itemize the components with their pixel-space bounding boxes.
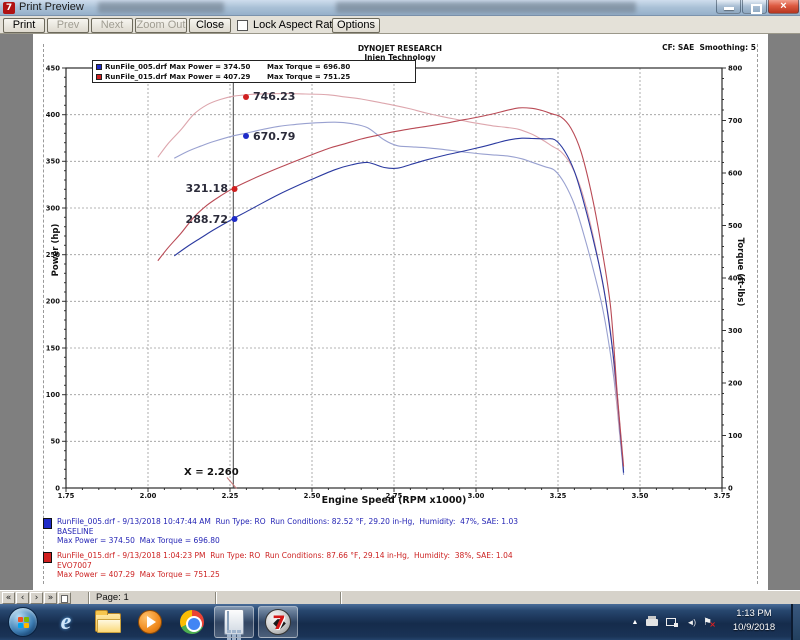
svg-text:800: 800 [728,64,742,72]
svg-text:350: 350 [46,158,60,166]
taskbar-calculator[interactable] [214,606,254,640]
statusbar-divider [340,592,342,604]
cursor-value-746.23: 746.23 [243,90,295,103]
svg-text:100: 100 [46,391,60,399]
minimize-button[interactable] [716,0,741,14]
cursor-x-label: X = 2.260 [184,467,239,478]
taskbar-dynojet-winpep[interactable]: 7 [258,606,298,638]
close-button[interactable]: Close [189,18,231,33]
statusbar-divider [88,592,90,604]
dyno-chart: 1.75 2.00 2.25 2.50 2.75 3.00 3.25 3.50 3.754504… [46,64,743,500]
system-tray: ▲ ◄) ⚑ × [632,604,716,640]
svg-text:0: 0 [55,484,60,492]
svg-text:2.00: 2.00 [140,492,157,500]
cursor-value-670.79: 670.79 [243,130,295,143]
x-axis-title: Engine Speed (RPM x1000) [321,495,467,506]
app-icon: 7 [3,2,15,14]
taskbar: e 7 ▲ ◄) ⚑ × 1:13 PM 10/9/2018 [0,604,800,640]
print-button[interactable]: Print [3,18,45,33]
prev-page-button[interactable]: ‹ [16,592,29,604]
chart-legend: RunFile_005.drf Max Power = 374.50 Max T… [92,60,416,83]
svg-text:200: 200 [728,379,742,387]
screen: 7 Print Preview × Print Prev Next Zoom O… [0,0,800,640]
start-button[interactable] [8,607,38,637]
svg-text:3.50: 3.50 [632,492,649,500]
power-axis-title: Power (hp) [51,223,61,277]
next-button[interactable]: Next [91,18,133,33]
calculator-icon [224,609,244,640]
clock-date: 10/9/2018 [732,622,776,633]
windows-logo-icon [18,617,29,628]
dynojet-icon: 7 [265,609,291,635]
options-button[interactable]: Options [332,18,380,33]
restore-button[interactable] [742,0,767,14]
legend-row: RunFile_005.drf Max Power = 374.50 Max T… [96,62,415,72]
titlebar: 7 Print Preview × [0,0,800,16]
taskbar-clock[interactable]: 1:13 PM 10/9/2018 [722,607,786,635]
statusbar: « ‹ › » Page: 1 [0,590,800,604]
network-icon[interactable] [666,617,679,627]
page-indicator: Page: 1 [96,592,129,603]
run-annotation-baseline: RunFile_005.drf - 9/13/2018 10:47:44 AM … [43,517,518,546]
taskbar-file-explorer[interactable] [88,607,128,637]
redacted-title-text [336,2,636,13]
svg-text:50: 50 [51,438,61,446]
run-annotation-evo7007: RunFile_015.drf - 9/13/2018 1:04:23 PM R… [43,551,513,580]
printer-icon[interactable] [646,615,659,626]
svg-text:300: 300 [728,327,742,335]
cursor-value-321.18: 321.18 [186,182,238,195]
chrome-icon [180,610,204,634]
taskbar-media-player[interactable] [130,607,170,637]
page-icon [61,595,68,603]
page-setup-button[interactable] [58,592,71,604]
window-title: Print Preview [19,1,84,13]
tray-expand-icon[interactable]: ▲ [632,619,639,626]
run-swatch-icon [43,518,52,529]
prev-button[interactable]: Prev [47,18,89,33]
next-page-button[interactable]: › [30,592,43,604]
statusbar-divider [215,592,217,604]
legend-swatch-red [96,74,102,80]
svg-text:600: 600 [728,169,742,177]
svg-text:200: 200 [46,298,60,306]
toolbar: Print Prev Next Zoom Out Close Lock Aspe… [0,16,800,34]
cursor-value-288.72: 288.72 [186,213,238,226]
clock-time: 1:13 PM [736,608,772,619]
chart-brand: DYNOJET RESEARCH [357,44,443,53]
action-center-flag-icon[interactable]: ⚑ × [703,617,716,629]
svg-text:3.25: 3.25 [550,492,567,500]
legend-swatch-blue [96,64,102,70]
svg-text:150: 150 [46,344,60,352]
svg-text:2.25: 2.25 [222,492,239,500]
internet-explorer-icon: e [60,608,72,635]
taskbar-chrome[interactable] [172,607,212,637]
show-desktop-button[interactable] [791,604,800,640]
svg-text:3.75: 3.75 [714,492,731,500]
correction-factor-label: CF: SAE Smoothing: 5 [662,43,756,52]
legend-row: RunFile_015.drf Max Power = 407.29 Max T… [96,72,415,82]
last-page-button[interactable]: » [44,592,57,604]
torque-axis-title: Torque (ft-lbs) [735,237,745,307]
media-player-icon [138,610,162,634]
lock-aspect-checkbox[interactable] [237,20,248,31]
folder-icon [95,609,121,633]
svg-text:1.75: 1.75 [58,492,75,500]
svg-text:500: 500 [728,222,742,230]
svg-text:100: 100 [728,432,742,440]
svg-text:300: 300 [46,204,60,212]
run-swatch-icon [43,552,52,563]
first-page-button[interactable]: « [2,592,15,604]
close-window-button[interactable]: × [768,0,799,14]
speaker-icon[interactable]: ◄) [686,618,696,627]
taskbar-internet-explorer[interactable]: e [46,607,86,637]
svg-text:700: 700 [728,117,742,125]
svg-text:450: 450 [46,64,60,72]
zoom-out-button[interactable]: Zoom Out [135,18,187,33]
svg-text:0: 0 [728,484,733,492]
redacted-title-text [98,2,224,13]
lock-aspect-label: Lock Aspect Ratio [253,19,342,31]
svg-text:400: 400 [46,111,60,119]
